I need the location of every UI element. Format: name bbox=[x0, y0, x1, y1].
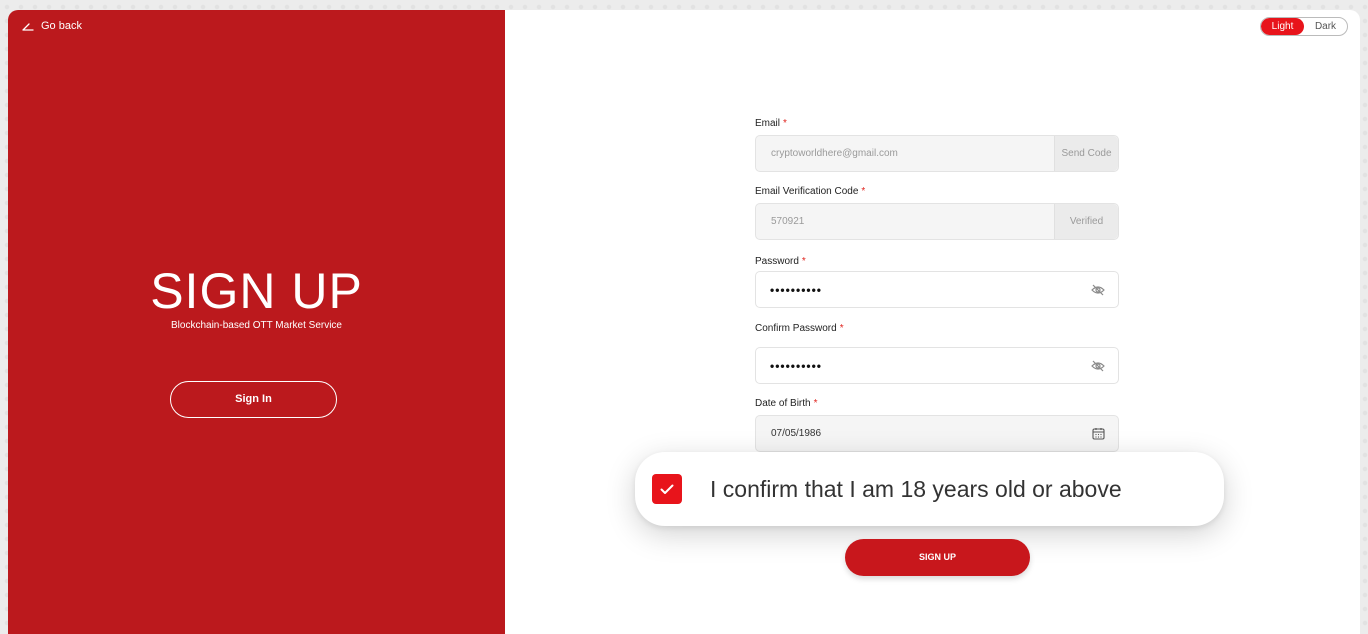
verification-label-text: Email Verification Code bbox=[755, 186, 859, 197]
dob-value: 07/05/1986 bbox=[771, 428, 822, 439]
email-value: cryptoworldhere@gmail.com bbox=[771, 148, 898, 159]
sign-in-button[interactable]: Sign In bbox=[170, 381, 337, 418]
age-confirm-checkbox[interactable] bbox=[652, 474, 682, 504]
eye-off-icon[interactable] bbox=[1078, 284, 1118, 296]
left-panel: Go back SIGN UP Blockchain-based OTT Mar… bbox=[8, 10, 505, 634]
verification-code-value: 570921 bbox=[771, 216, 805, 227]
age-confirm-label: I confirm that I am 18 years old or abov… bbox=[710, 475, 1122, 502]
go-back-label: Go back bbox=[41, 20, 82, 32]
password-value: •••••••••• bbox=[770, 282, 823, 297]
password-label: Password * bbox=[755, 256, 806, 267]
verified-badge: Verified bbox=[1054, 204, 1118, 239]
password-label-text: Password bbox=[755, 256, 799, 267]
sign-up-button[interactable]: SIGN UP bbox=[845, 539, 1030, 576]
date-of-birth-field[interactable]: 07/05/1986 bbox=[755, 415, 1119, 452]
email-field[interactable]: cryptoworldhere@gmail.com Send Code bbox=[755, 135, 1119, 172]
required-marker: * bbox=[813, 398, 818, 409]
dob-label: Date of Birth * bbox=[755, 398, 818, 409]
required-marker: * bbox=[861, 186, 866, 197]
age-confirm-card: I confirm that I am 18 years old or abov… bbox=[635, 452, 1224, 526]
email-label-text: Email bbox=[755, 118, 781, 129]
eye-off-icon[interactable] bbox=[1078, 360, 1118, 372]
password-field[interactable]: •••••••••• bbox=[755, 271, 1119, 308]
email-label: Email * bbox=[755, 118, 787, 129]
theme-dark-option[interactable]: Dark bbox=[1304, 18, 1347, 35]
go-back-link[interactable]: Go back bbox=[22, 20, 82, 32]
confirm-password-label-text: Confirm Password bbox=[755, 323, 837, 334]
confirm-password-label: Confirm Password * bbox=[755, 323, 844, 334]
required-marker: * bbox=[783, 118, 787, 129]
confirm-password-value: •••••••••• bbox=[770, 358, 823, 373]
page-title: SIGN UP bbox=[150, 263, 363, 319]
dob-label-text: Date of Birth bbox=[755, 398, 811, 409]
send-code-button[interactable]: Send Code bbox=[1054, 136, 1118, 171]
theme-toggle: Light Dark bbox=[1260, 17, 1348, 36]
required-marker: * bbox=[839, 323, 844, 334]
theme-light-option[interactable]: Light bbox=[1261, 18, 1304, 35]
required-marker: * bbox=[801, 256, 806, 267]
verification-label: Email Verification Code * bbox=[755, 186, 865, 197]
page-subtitle: Blockchain-based OTT Market Service bbox=[171, 320, 342, 331]
calendar-icon[interactable] bbox=[1078, 427, 1118, 440]
app-window: Go back SIGN UP Blockchain-based OTT Mar… bbox=[8, 10, 1360, 634]
verification-code-field[interactable]: 570921 Verified bbox=[755, 203, 1119, 240]
arrow-back-icon bbox=[22, 21, 34, 31]
confirm-password-field[interactable]: •••••••••• bbox=[755, 347, 1119, 384]
